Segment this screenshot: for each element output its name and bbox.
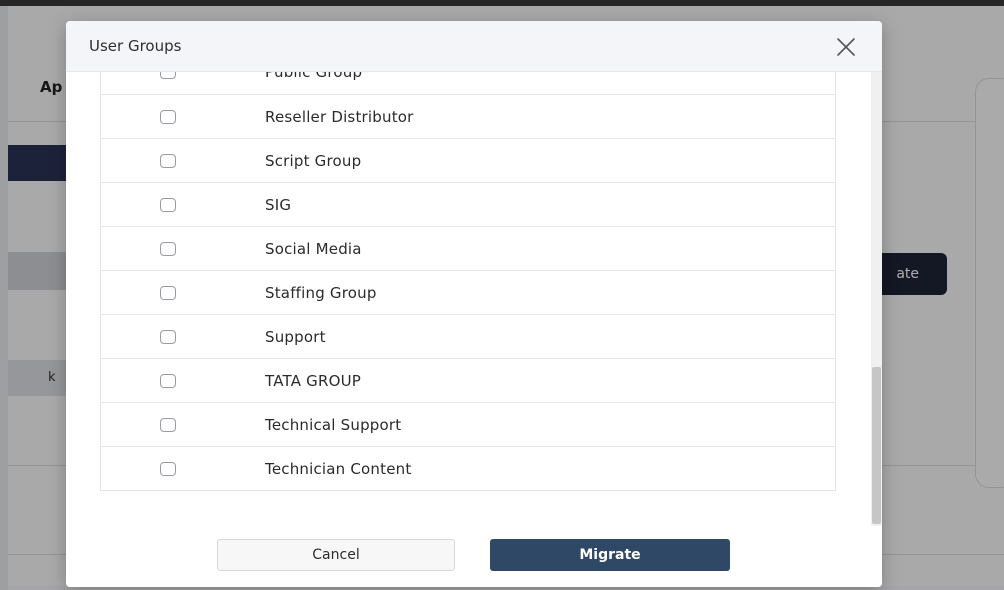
group-checkbox[interactable] xyxy=(160,242,176,256)
list-item: Public Group xyxy=(101,72,835,94)
group-label: Public Group xyxy=(265,72,363,81)
user-groups-modal: User Groups Public Group Reseller Distri… xyxy=(66,21,882,587)
group-label: Staffing Group xyxy=(265,284,377,302)
list-item: Reseller Distributor xyxy=(101,94,835,138)
group-label: Script Group xyxy=(265,152,362,170)
cancel-button[interactable]: Cancel xyxy=(217,539,455,571)
modal-footer: Cancel Migrate xyxy=(66,527,882,587)
group-label: TATA GROUP xyxy=(265,372,361,390)
modal-header: User Groups xyxy=(66,21,882,72)
list-item: Support xyxy=(101,314,835,358)
close-icon xyxy=(837,38,855,56)
list-item: Staffing Group xyxy=(101,270,835,314)
group-checkbox[interactable] xyxy=(160,330,176,344)
list-item: Social Media xyxy=(101,226,835,270)
modal-title: User Groups xyxy=(89,37,182,55)
group-list: Public Group Reseller Distributor Script… xyxy=(100,72,836,491)
modal-body: Public Group Reseller Distributor Script… xyxy=(66,72,882,527)
group-label: Technician Content xyxy=(265,460,412,478)
group-label: Reseller Distributor xyxy=(265,108,414,126)
group-label: Support xyxy=(265,328,326,346)
group-checkbox[interactable] xyxy=(160,110,176,124)
list-item: SIG xyxy=(101,182,835,226)
group-checkbox[interactable] xyxy=(160,198,176,212)
group-label: Social Media xyxy=(265,240,362,258)
list-item: Technician Content xyxy=(101,446,835,490)
close-button[interactable] xyxy=(834,35,858,59)
migrate-button[interactable]: Migrate xyxy=(490,539,730,571)
group-checkbox[interactable] xyxy=(160,462,176,476)
group-checkbox[interactable] xyxy=(160,374,176,388)
group-checkbox[interactable] xyxy=(160,72,176,79)
group-label: Technical Support xyxy=(265,416,402,434)
list-item: Script Group xyxy=(101,138,835,182)
list-item: TATA GROUP xyxy=(101,358,835,402)
group-checkbox[interactable] xyxy=(160,418,176,432)
list-item: Technical Support xyxy=(101,402,835,446)
scrollbar-thumb[interactable] xyxy=(872,367,881,524)
group-label: SIG xyxy=(265,196,292,214)
group-checkbox[interactable] xyxy=(160,286,176,300)
group-checkbox[interactable] xyxy=(160,154,176,168)
